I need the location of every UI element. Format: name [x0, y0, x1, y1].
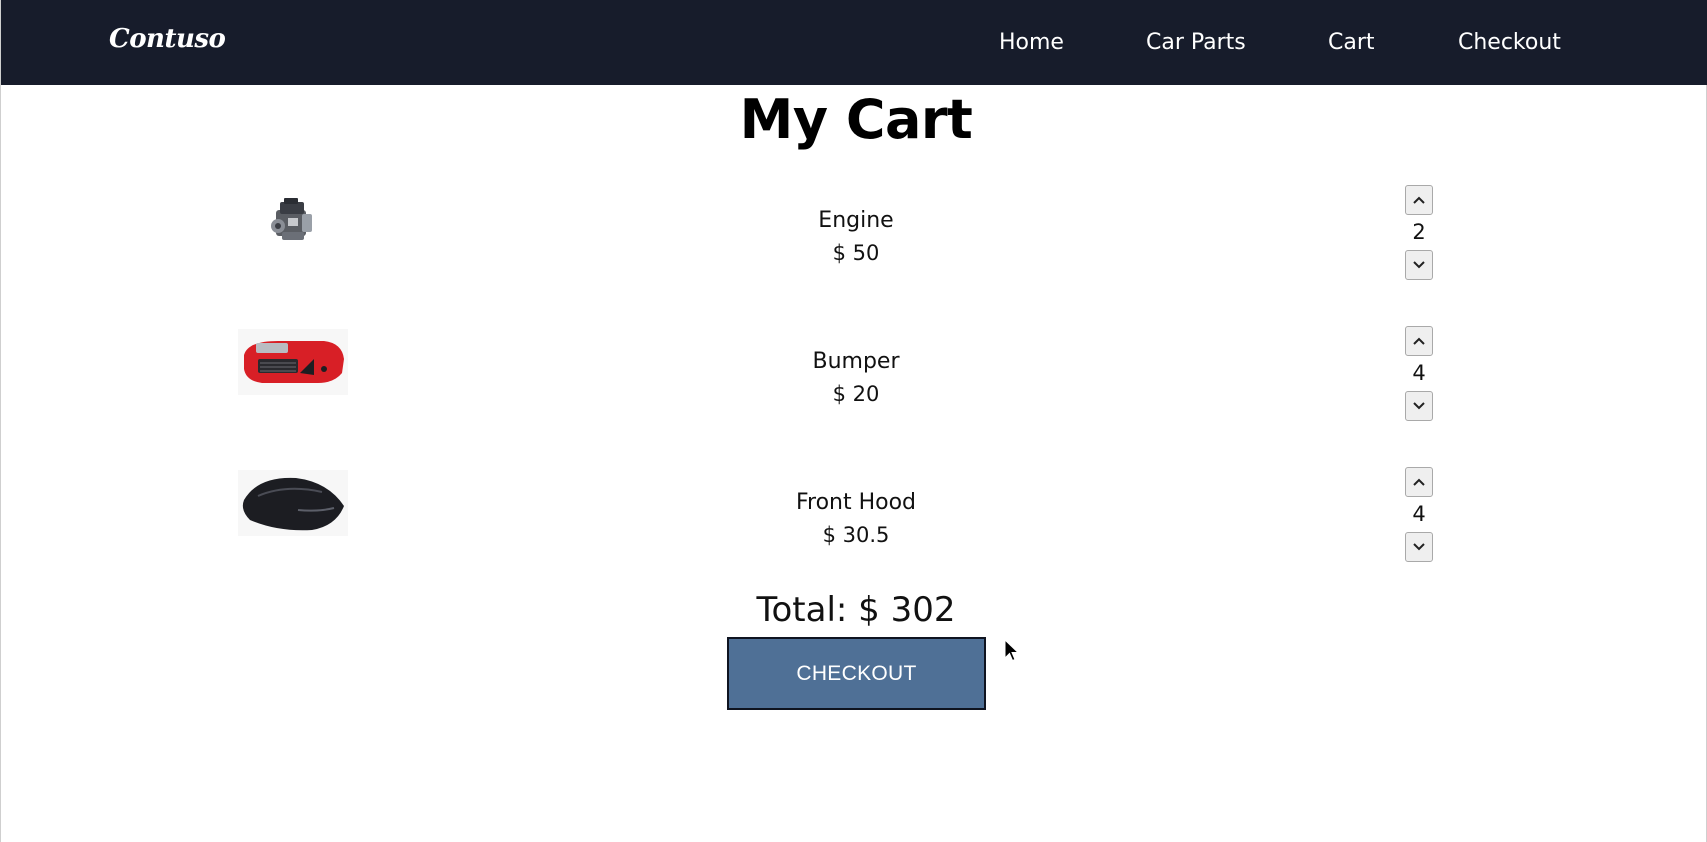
page-title: My Cart [739, 88, 973, 151]
brand-logo[interactable]: Contuso [109, 24, 226, 54]
item-price: $ 50 [832, 241, 880, 265]
chevron-down-icon [1413, 402, 1425, 410]
item-name: Bumper [812, 349, 900, 374]
navbar: Contuso Home Car Parts Cart Checkout [1, 0, 1707, 85]
cart-item-bumper: Bumper $ 20 4 [1, 323, 1707, 433]
increase-quantity-button[interactable] [1405, 467, 1433, 497]
item-info: Engine $ 50 [656, 204, 1056, 270]
checkout-button[interactable]: CHECKOUT [727, 637, 986, 710]
chevron-up-icon [1413, 337, 1425, 345]
quantity-value: 4 [1412, 361, 1426, 385]
nav-link-car-parts[interactable]: Car Parts [1146, 30, 1246, 55]
item-name: Front Hood [795, 490, 917, 515]
item-info: Front Hood $ 30.5 [656, 486, 1056, 552]
nav-link-cart[interactable]: Cart [1328, 30, 1375, 55]
quantity-value: 4 [1412, 502, 1426, 526]
engine-image [238, 188, 348, 254]
decrease-quantity-button[interactable] [1405, 250, 1433, 280]
quantity-stepper: 4 [1405, 326, 1433, 421]
chevron-down-icon [1413, 543, 1425, 551]
hood-image-graphic [242, 477, 344, 531]
item-name: Engine [818, 208, 894, 233]
increase-quantity-button[interactable] [1405, 185, 1433, 215]
bumper-image [238, 329, 348, 395]
cart-total: Total: $ 302 [756, 590, 956, 630]
chevron-up-icon [1413, 478, 1425, 486]
item-price: $ 30.5 [822, 523, 890, 547]
nav-link-home[interactable]: Home [999, 30, 1064, 55]
increase-quantity-button[interactable] [1405, 326, 1433, 356]
engine-image-graphic [271, 198, 312, 240]
item-price: $ 20 [832, 382, 880, 406]
decrease-quantity-button[interactable] [1405, 391, 1433, 421]
app-window: Contuso Home Car Parts Cart Checkout My … [0, 0, 1707, 842]
quantity-stepper: 2 [1405, 185, 1433, 280]
decrease-quantity-button[interactable] [1405, 532, 1433, 562]
chevron-down-icon [1413, 261, 1425, 269]
chevron-up-icon [1413, 196, 1425, 204]
item-info: Bumper $ 20 [656, 345, 1056, 411]
hood-image [238, 470, 348, 536]
quantity-stepper: 4 [1405, 467, 1433, 562]
quantity-value: 2 [1412, 220, 1426, 244]
cart-item-engine: Engine $ 50 2 [1, 182, 1707, 292]
nav-link-checkout[interactable]: Checkout [1458, 30, 1561, 55]
mouse-cursor-icon [1004, 639, 1020, 662]
bumper-image-graphic [244, 341, 344, 383]
cart-item-front-hood: Front Hood $ 30.5 4 [1, 464, 1707, 574]
